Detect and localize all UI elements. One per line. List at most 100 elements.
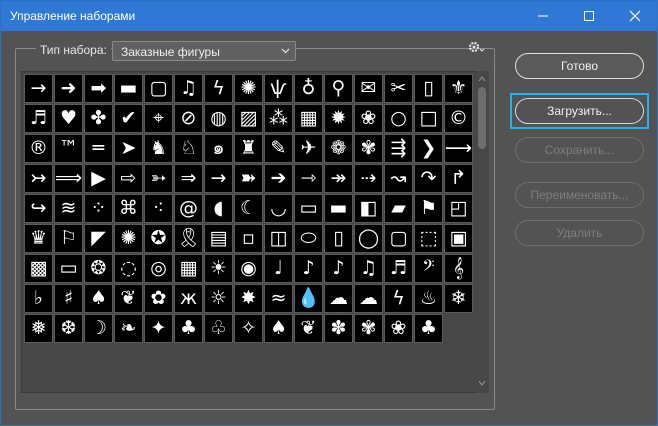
shape-tile[interactable]: ➽	[234, 164, 263, 193]
shape-tile[interactable]: ═	[84, 134, 113, 163]
shape-tile[interactable]: ⇨	[114, 164, 143, 193]
shape-tile[interactable]: 𝄢	[414, 254, 443, 283]
delete-button[interactable]: Удалить	[515, 220, 644, 246]
shape-tile[interactable]: ◧	[354, 194, 383, 223]
shapes-list[interactable]: → ➜ ➡ ▬ ▢ ♫ ϟ ✺ ѱ ♁ ⚲ ✉ ✂ ▯ ⚜ ♬ ♥ ✤ ✔ ⌖ ⊘ ◍ ▨ ⁂ ▦ ✹ ❀ ○ □ © ® ™ ═ ➤ ♞ ♘ ๑ ♜ ✎ ✈…	[21, 71, 489, 393]
shape-tile[interactable]: ↷	[414, 164, 443, 193]
shape-tile[interactable]: ✸	[234, 284, 263, 313]
shape-tile[interactable]: ⇢	[354, 164, 383, 193]
shape-tile[interactable]: ▭	[294, 194, 323, 223]
shape-tile[interactable]: ♬	[384, 254, 413, 283]
shape-tile[interactable]: ™	[54, 134, 83, 163]
shape-tile[interactable]: ◡	[264, 194, 293, 223]
shape-tile[interactable]: ✦	[144, 314, 173, 343]
maximize-button[interactable]	[566, 1, 612, 31]
shape-tile[interactable]: @	[174, 194, 203, 223]
shape-tile[interactable]: ❦	[294, 314, 323, 343]
shape-tile[interactable]: ◫	[264, 224, 293, 253]
shape-tile[interactable]: ♜	[234, 134, 263, 163]
shape-tile[interactable]: ➤	[114, 134, 143, 163]
shape-tile[interactable]: ♬	[24, 104, 53, 133]
shape-tile[interactable]: ♠	[84, 284, 113, 313]
shape-tile[interactable]: ↣	[24, 164, 53, 193]
shape-tile[interactable]: ◎	[144, 254, 173, 283]
shape-tile[interactable]: ✿	[144, 284, 173, 313]
shape-tile[interactable]: ♁	[294, 74, 323, 103]
shape-tile[interactable]: ♛	[24, 224, 53, 253]
shape-tile[interactable]: ◤	[84, 224, 113, 253]
close-button[interactable]	[612, 1, 658, 31]
shape-tile[interactable]: ◯	[354, 224, 383, 253]
shape-tile[interactable]: ▨	[234, 104, 263, 133]
shape-tile[interactable]: ✽	[324, 314, 353, 343]
shape-tile[interactable]: ❅	[24, 314, 53, 343]
shape-tile[interactable]: ✹	[324, 104, 353, 133]
minimize-button[interactable]	[520, 1, 566, 31]
shape-tile[interactable]: ◌	[114, 254, 143, 283]
shape-tile[interactable]: ⇾	[294, 164, 323, 193]
shape-tile[interactable]: ☾	[234, 194, 263, 223]
shape-tile[interactable]: ❧	[114, 314, 143, 343]
shape-tile[interactable]: ϟ	[384, 284, 413, 313]
shape-tile[interactable]: ◰	[444, 194, 473, 223]
shape-tile[interactable]: ❦	[114, 284, 143, 313]
shape-tile[interactable]: ☁	[324, 284, 353, 313]
shape-tile[interactable]: ○	[384, 104, 413, 133]
load-button[interactable]: Загрузить...	[515, 98, 644, 124]
shape-tile[interactable]: ⁘	[84, 194, 113, 223]
shape-tile[interactable]: ж	[174, 284, 203, 313]
shape-tile[interactable]: ➡	[84, 74, 113, 103]
shape-tile[interactable]: ✤	[84, 104, 113, 133]
shape-tile[interactable]: ✎	[264, 134, 293, 163]
shape-tile[interactable]: □	[414, 104, 443, 133]
shape-tile[interactable]: 🎗	[174, 224, 203, 253]
shape-tile[interactable]: ✺	[114, 224, 143, 253]
shape-tile[interactable]: ➔	[264, 164, 293, 193]
shape-tile[interactable]: ◍	[204, 104, 233, 133]
shape-tile[interactable]: ▭	[54, 254, 83, 283]
shape-tile[interactable]: ☁	[354, 284, 383, 313]
shape-tile[interactable]: ⇒	[174, 164, 203, 193]
shape-tile[interactable]: ▢	[144, 74, 173, 103]
shape-tile[interactable]: ⚐	[54, 224, 83, 253]
shape-tile[interactable]: ♩	[264, 254, 293, 283]
shape-tile[interactable]: ♘	[174, 134, 203, 163]
shape-tile[interactable]: ♨	[414, 284, 443, 313]
shape-tile[interactable]: ❆	[54, 314, 83, 343]
shape-tile[interactable]: ☽	[84, 314, 113, 343]
shape-tile[interactable]: ⟶	[444, 134, 473, 163]
shape-tile[interactable]: ✾	[354, 134, 383, 163]
shape-tile[interactable]: ❂	[84, 254, 113, 283]
shape-tile[interactable]: ๑	[204, 134, 233, 163]
shape-tile[interactable]: ▯	[324, 224, 353, 253]
shape-tile[interactable]: ♭	[24, 284, 53, 313]
shape-tile[interactable]: ♣	[174, 314, 203, 343]
shape-tile[interactable]: ♪	[324, 254, 353, 283]
shape-tile[interactable]: ▣	[444, 224, 473, 253]
shape-tile[interactable]: ❀	[384, 314, 413, 343]
settings-menu-button[interactable]	[467, 41, 487, 57]
scroll-down-icon[interactable]	[477, 379, 487, 387]
shape-tile[interactable]: ⬚	[414, 224, 443, 253]
shape-tile[interactable]: ♠	[264, 314, 293, 343]
shape-tile[interactable]: ⊘	[174, 104, 203, 133]
shape-tile[interactable]: ®	[24, 134, 53, 163]
shape-tile[interactable]: ϟ	[204, 74, 233, 103]
shape-tile[interactable]: ⇶	[384, 134, 413, 163]
shape-tile[interactable]: ▯	[414, 74, 443, 103]
preset-type-select[interactable]: Заказные фигуры	[112, 41, 296, 61]
shape-tile[interactable]: ☀	[204, 254, 233, 283]
shape-tile[interactable]: ⬭	[294, 224, 323, 253]
shape-tile[interactable]: ❯	[414, 134, 443, 163]
shape-tile[interactable]: 𝄞	[444, 254, 473, 283]
shape-tile[interactable]: ↝	[384, 164, 413, 193]
shape-tile[interactable]: ❀	[354, 104, 383, 133]
shape-tile[interactable]: ⌘	[114, 194, 143, 223]
shape-tile[interactable]: ↪	[24, 194, 53, 223]
shape-tile[interactable]: ♣	[414, 314, 443, 343]
shape-tile[interactable]: ↠	[324, 164, 353, 193]
shape-tile[interactable]: →	[204, 164, 233, 193]
shape-tile[interactable]: ✾	[354, 314, 383, 343]
shape-tile[interactable]: 💧	[294, 284, 323, 313]
shape-tile[interactable]: ♫	[354, 254, 383, 283]
